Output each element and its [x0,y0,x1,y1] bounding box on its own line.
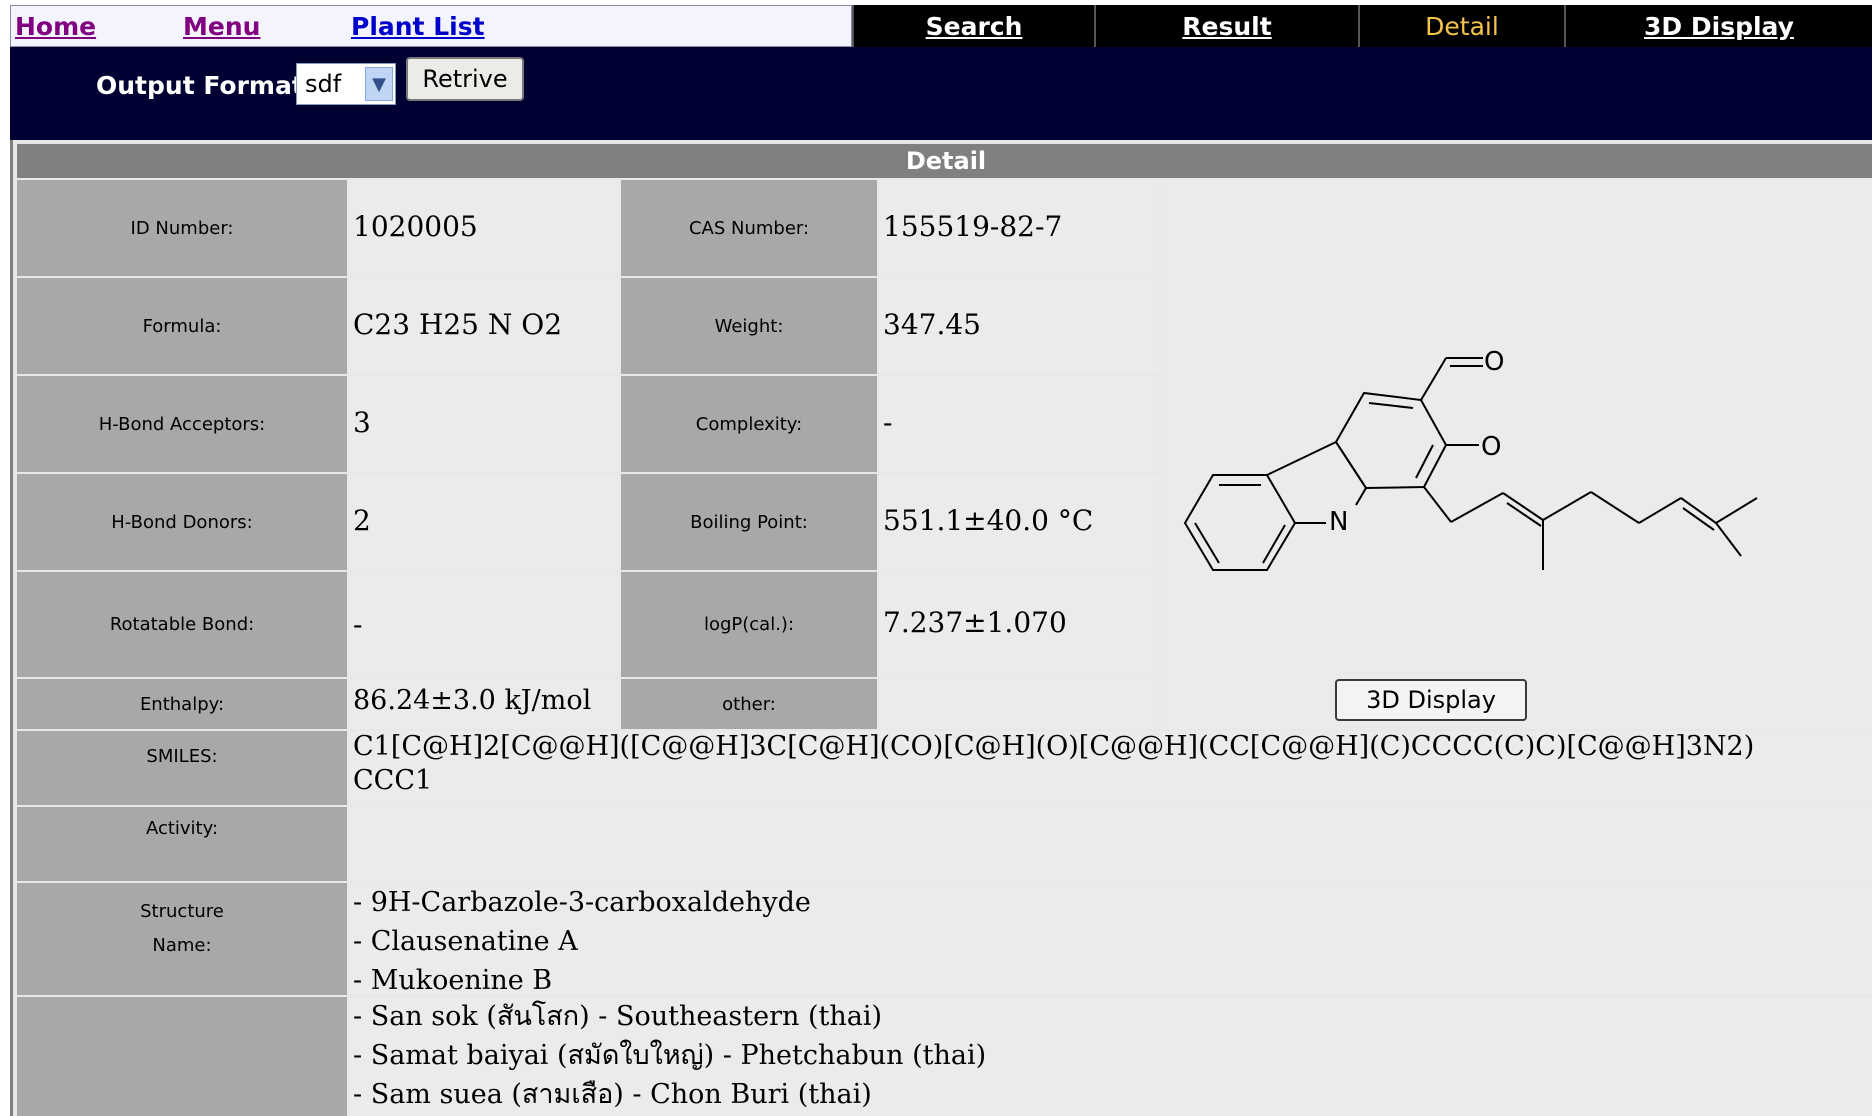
value-hbond-donors: 2 [349,474,619,570]
value-enthalpy: 86.24±3.0 kJ/mol [349,679,619,729]
page: Home Menu Plant List Search Result Detai… [0,0,1872,1116]
label-id-number: ID Number: [17,180,347,276]
cas-number-text: 155519-82-7 [883,210,1063,243]
structure-name-item: - Mukoenine B [353,965,553,996]
structure-image: O O N [1161,180,1872,679]
value-activity [349,807,1872,881]
output-format-value: sdf [305,70,342,98]
nav-menu-link[interactable]: Menu [183,12,260,41]
label-smiles: SMILES: [17,731,347,805]
smiles-line-1: C1[C@H]2[C@@H]([C@@H]3C[C@H](CO)[C@H](O)… [353,731,1755,762]
chevron-down-icon[interactable]: ▼ [365,67,393,101]
value-other [879,679,1159,729]
formula-text: C23 H25 N O2 [353,308,563,341]
label-rotatable-bond: Rotatable Bond: [17,572,347,677]
local-name-item: - Samat baiyai (สมัดใบใหญ่) - Phetchabun… [353,1040,987,1071]
value-logp: 7.237±1.070 [879,572,1159,677]
hbond-acceptors-text: 3 [353,406,371,439]
complexity-text: - [883,406,893,439]
local-names-list: - San sok (สันโสก) - Southeastern (thai)… [353,997,986,1114]
molecule-structure-svg: O O N [1183,347,1758,571]
output-format-select[interactable]: sdf ▼ [296,63,396,105]
logp-text: 7.237±1.070 [883,606,1067,639]
label-other: other: [621,679,877,729]
structure-name-item: - Clausenatine A [353,926,578,957]
value-formula: C23 H25 N O2 [349,278,619,374]
value-cas-number: 155519-82-7 [879,180,1159,276]
nav-3d-display-link[interactable]: 3D Display [1564,5,1872,47]
nav-left-group: Home Menu Plant List [10,5,852,47]
smiles-label-text: SMILES: [146,745,218,767]
output-format-label: Output Format [96,71,304,100]
label-logp: logP(cal.): [621,572,877,677]
value-hbond-acceptors: 3 [349,376,619,472]
nav-detail-current: Detail [1358,5,1564,47]
value-structure-name: - 9H-Carbazole-3-carboxaldehyde - Clause… [349,883,1872,996]
structure-name-label-line-1: Structure [140,901,224,922]
label-structure-name: Structure Name: [17,883,347,995]
label-formula: Formula: [17,278,347,374]
local-name-item: - San sok (สันโสก) - Southeastern (thai) [353,1001,883,1032]
value-boiling-point: 551.1±40.0 °C [879,474,1159,570]
label-hbond-acceptors: H-Bond Acceptors: [17,376,347,472]
label-complexity: Complexity: [621,376,877,472]
top-nav: Home Menu Plant List Search Result Detai… [10,5,1872,47]
structure-name-label-line-2: Name: [152,935,212,956]
hbond-donors-text: 2 [353,504,371,537]
nav-result-link[interactable]: Result [1094,5,1358,47]
label-weight: Weight: [621,278,877,374]
id-number-text: 1020005 [353,210,478,243]
label-cas-number: CAS Number: [621,180,877,276]
nav-plant-list-link[interactable]: Plant List [351,12,485,41]
boiling-point-text: 551.1±40.0 °C [883,504,1094,537]
carbazole-ring [1334,391,1448,490]
label-hbond-donors: H-Bond Donors: [17,474,347,570]
detail-header: Detail [17,144,1872,178]
local-name-item: - Sam suea (สามเสือ) - Chon Buri (thai) [353,1079,872,1110]
label-activity: Activity: [17,807,347,881]
value-weight: 347.45 [879,278,1159,374]
3d-display-button[interactable]: 3D Display [1335,679,1527,721]
activity-label-text: Activity: [145,817,219,839]
nav-search-link[interactable]: Search [852,5,1094,47]
label-enthalpy: Enthalpy: [17,679,347,729]
nav-home-link[interactable]: Home [15,12,96,41]
nav-right-group: Search Result Detail 3D Display [852,5,1872,47]
smiles-line-2: CCC1 [353,765,433,796]
atom-label-aldehyde-o: O [1484,347,1504,377]
structure-name-label-wrap: Structure Name: [140,895,224,963]
enthalpy-text: 86.24±3.0 kJ/mol [353,685,592,716]
value-id-number: 1020005 [349,180,619,276]
label-boiling-point: Boiling Point: [621,474,877,570]
value-rotatable-bond: - [349,572,619,677]
detail-table: Detail ID Number: 1020005 CAS Number: 15… [10,140,1872,1116]
structure-name-item: - 9H-Carbazole-3-carboxaldehyde [353,887,811,918]
label-local-name [17,997,347,1116]
structure-names-list: - 9H-Carbazole-3-carboxaldehyde - Clause… [353,883,811,1000]
rotatable-bond-text: - [353,608,363,641]
atom-label-n: N [1329,507,1348,537]
output-format-bar: Output Format sdf ▼ Retrive [10,47,1872,140]
value-complexity: - [879,376,1159,472]
weight-text: 347.45 [883,308,981,341]
value-local-names: - San sok (สันโสก) - Southeastern (thai)… [349,997,1872,1116]
atom-label-hydroxyl-o: O [1481,432,1501,462]
value-smiles: C1[C@H]2[C@@H]([C@@H]3C[C@H](CO)[C@H](O)… [349,731,1872,805]
benzene-ring [1183,474,1297,571]
retrive-button[interactable]: Retrive [406,57,524,101]
